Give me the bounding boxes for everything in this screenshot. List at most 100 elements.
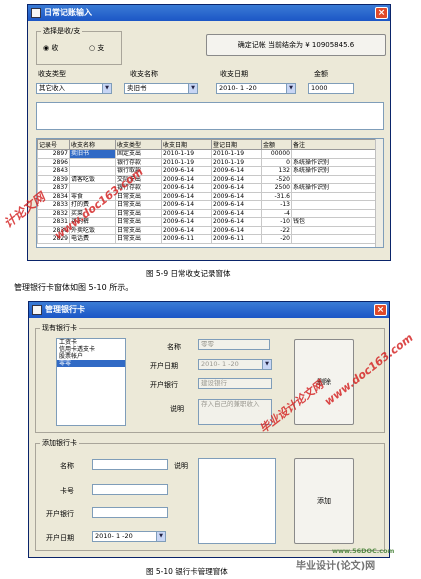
table-cell <box>291 174 378 184</box>
card-listbox[interactable]: 工资卡 信用卡透支卡 股票帐户 零零 <box>56 338 126 426</box>
table-row[interactable]: 2829 电话费 日常支出 2009-6-11 2009-6-11 -20 <box>37 234 378 244</box>
table-row[interactable]: 2830 外卖吃饭 日常支出 2009-6-14 2009-6-14 -22 <box>37 225 378 235</box>
list-item[interactable]: 信用卡透支卡 <box>57 346 125 353</box>
add-name-label: 名称 <box>60 462 74 470</box>
table-cell: 2009-6-14 <box>161 208 212 218</box>
bank-window-titlebar[interactable]: 管理银行卡 × <box>29 302 389 318</box>
table-row[interactable]: 2896 银行存款 2010-1-19 2010-1-19 0 系统操作识别 <box>37 157 378 167</box>
add-note-label: 说明 <box>174 462 188 470</box>
radio-income[interactable]: ◉ 收 <box>43 43 58 53</box>
table-row[interactable]: 2834 零食 日常支出 2009-6-14 2009-6-14 -31.6 <box>37 191 378 201</box>
table-cell: 2009-6-14 <box>211 174 262 184</box>
chevron-down-icon[interactable]: ▼ <box>286 84 295 93</box>
chevron-down-icon[interactable]: ▼ <box>188 84 197 93</box>
grid-column-header[interactable]: 金额 <box>261 139 292 150</box>
table-cell: 2009-6-11 <box>161 234 212 244</box>
chevron-down-icon[interactable]: ▼ <box>102 84 111 93</box>
table-row[interactable]: 2837 银行存款 2009-6-14 2009-6-14 2500 系统操作识别 <box>37 183 378 193</box>
grid-scrollbar[interactable] <box>375 139 383 247</box>
table-cell <box>291 208 378 218</box>
table-cell <box>69 157 116 167</box>
table-cell: 2009-6-14 <box>211 200 262 210</box>
body-paragraph: 管理银行卡窗体如图 5-10 所示。 <box>14 283 134 292</box>
open-date-field: 2010- 1 -20 ▼ <box>198 359 272 370</box>
radio-expense[interactable]: ○ 支 <box>89 43 104 53</box>
table-cell <box>291 149 378 159</box>
existing-cards-group: 现有银行卡 工资卡 信用卡透支卡 股票帐户 零零 名称 零零 开户日期 2010- 1… <box>35 323 385 433</box>
table-cell: 电话费 <box>69 234 116 244</box>
table-cell: 系统操作识别 <box>291 166 378 176</box>
table-row[interactable]: 2897 卖旧书 固定支出 2010-1-19 2010-1-19 00000 <box>37 149 378 159</box>
list-item[interactable]: 工资卡 <box>57 339 125 346</box>
table-cell: 2009-6-14 <box>211 225 262 235</box>
add-group-label: 添加银行卡 <box>40 438 79 448</box>
table-cell: 日常支出 <box>115 234 162 244</box>
table-row[interactable]: 2843 银行取款 2009-6-14 2009-6-14 132 系统操作识别 <box>37 166 378 176</box>
table-cell: 132 <box>261 166 292 176</box>
add-card-input[interactable] <box>92 484 168 495</box>
grid-column-header[interactable]: 收支名称 <box>69 139 116 150</box>
table-cell <box>291 225 378 235</box>
amount-input[interactable]: 1000 <box>308 83 354 94</box>
table-cell: 2837 <box>37 183 70 193</box>
table-cell: 0 <box>261 157 292 167</box>
grid-column-header[interactable]: 登记日期 <box>211 139 262 150</box>
table-cell: -20 <box>261 234 292 244</box>
table-cell: -10 <box>261 217 292 227</box>
add-date-label: 开户日期 <box>46 534 74 542</box>
table-cell: 2009-6-14 <box>211 191 262 201</box>
confirm-button[interactable]: 确定记帐 当前结余为 ¥ 10905845.6 <box>206 34 386 56</box>
table-cell: -520 <box>261 174 292 184</box>
table-cell: 固定支出 <box>115 149 162 159</box>
add-card-group: 添加银行卡 名称 说明 卡号 开户银行 开户日期 2010- 1 -20 ▼ 添加 <box>35 438 385 551</box>
table-cell: 2010-1-19 <box>161 157 212 167</box>
label-name: 收支名称 <box>130 70 158 78</box>
name-select[interactable]: 卖旧书 ▼ <box>124 83 198 94</box>
window-app-icon <box>32 305 42 315</box>
table-cell <box>69 166 116 176</box>
type-select[interactable]: 其它收入 ▼ <box>36 83 112 94</box>
add-button[interactable]: 添加 <box>294 458 354 544</box>
add-date-picker[interactable]: 2010- 1 -20 ▼ <box>92 531 166 542</box>
bank-window-title: 管理银行卡 <box>45 305 85 314</box>
table-cell: 2897 <box>37 149 70 159</box>
add-name-input[interactable] <box>92 459 168 470</box>
table-cell: 2009-6-14 <box>161 183 212 193</box>
list-item[interactable]: 零零 <box>57 360 125 367</box>
table-cell: 2009-6-14 <box>161 166 212 176</box>
open-bank-field: 建设银行 <box>198 378 272 389</box>
close-icon[interactable]: × <box>375 7 388 19</box>
table-cell: 2009-6-14 <box>161 191 212 201</box>
label-type: 收支类型 <box>38 70 66 78</box>
table-cell: 2839 <box>37 174 70 184</box>
grid-column-header[interactable]: 记录号 <box>37 139 70 150</box>
grid-column-header[interactable]: 收支日期 <box>161 139 212 150</box>
grid-column-header[interactable]: 收支类型 <box>115 139 162 150</box>
list-item[interactable]: 股票帐户 <box>57 353 125 360</box>
chevron-down-icon[interactable]: ▼ <box>156 532 165 541</box>
date-picker[interactable]: 2010- 1 -20 ▼ <box>216 83 296 94</box>
table-cell: 2010-1-19 <box>211 149 262 159</box>
table-cell: 00000 <box>261 149 292 159</box>
bank-card-window: 管理银行卡 × 现有银行卡 工资卡 信用卡透支卡 股票帐户 零零 名称 零零 开户日期… <box>28 301 390 558</box>
add-note-input[interactable] <box>198 458 276 544</box>
daily-window-titlebar[interactable]: 日常记账输入 × <box>28 5 390 21</box>
close-icon[interactable]: × <box>374 304 387 316</box>
note-input[interactable] <box>36 102 384 130</box>
table-cell: 2010-1-19 <box>211 157 262 167</box>
records-grid: 记录号 收支名称 收支类型 收支日期 登记日期 金额 备注 2897 卖旧书 固定支出 2010-… <box>36 138 384 248</box>
table-cell: 2009-6-14 <box>211 183 262 193</box>
grid-column-header[interactable]: 备注 <box>291 139 378 150</box>
add-bank-input[interactable] <box>92 507 168 518</box>
table-cell: 系统操作识别 <box>291 157 378 167</box>
open-date-label: 开户日期 <box>150 362 178 370</box>
type-group-label: 选择是收/支 <box>41 26 83 36</box>
table-cell: 2010-1-19 <box>161 149 212 159</box>
table-cell: 系统操作识别 <box>291 183 378 193</box>
table-cell: 2009-6-14 <box>161 174 212 184</box>
table-row[interactable]: 2839 请客吃饭 交际支出 2009-6-14 2009-6-14 -520 <box>37 174 378 184</box>
add-bank-label: 开户银行 <box>46 510 74 518</box>
table-cell: 2009-6-14 <box>211 166 262 176</box>
window-app-icon <box>31 8 41 18</box>
name-field: 零零 <box>198 339 270 350</box>
